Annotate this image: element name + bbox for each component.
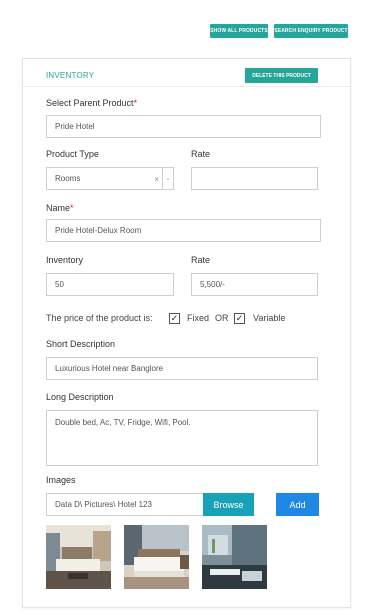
show-all-products-button[interactable]: SHOW ALL PRODUCTS: [210, 24, 268, 38]
image-file-path-input[interactable]: Data D\ Pictures\ Hotel 123: [46, 493, 204, 516]
rate-top-label: Rate: [191, 149, 211, 159]
inventory-input[interactable]: 50: [46, 273, 174, 296]
short-description-label: Short Description: [46, 339, 116, 349]
long-description-value: Double bed, Ac, TV, Fridge, Wifi, Pool.: [55, 418, 191, 427]
required-mark: *: [133, 98, 138, 108]
image-file-path-value: Data D\ Pictures\ Hotel 123: [55, 500, 152, 509]
parent-product-label: Select Parent Product*: [46, 98, 137, 108]
hotel-image-thumbnail[interactable]: [124, 525, 189, 589]
product-type-value: Rooms: [55, 174, 81, 183]
inventory-value: 50: [55, 280, 64, 289]
short-description-input[interactable]: Luxurious Hotel near Banglore: [46, 357, 318, 380]
name-value: Pride Hotel-Delux Room: [55, 226, 142, 235]
parent-product-label-text: Select Parent Product: [46, 98, 134, 108]
add-button[interactable]: Add: [276, 493, 319, 516]
variable-label: Variable: [253, 313, 286, 323]
fixed-checkbox[interactable]: ✓: [169, 313, 180, 324]
hotel-image-thumbnail[interactable]: [202, 525, 267, 589]
rate-value: 5,500/-: [200, 280, 225, 289]
browse-button[interactable]: Browse: [203, 493, 254, 516]
rate-label: Rate: [191, 255, 211, 265]
long-description-textarea[interactable]: Double bed, Ac, TV, Fridge, Wifi, Pool.: [46, 410, 318, 466]
check-icon: ✓: [170, 313, 179, 323]
inventory-label: Inventory: [46, 255, 84, 265]
name-label: Name*: [46, 203, 74, 213]
search-enquiry-product-button[interactable]: SEARCH ENQUIRY PRODUCT: [274, 24, 348, 38]
product-type-label: Product Type: [46, 149, 99, 159]
chevron-down-icon[interactable]: ⌄: [162, 168, 173, 189]
rate-top-input[interactable]: [191, 167, 318, 190]
short-description-value: Luxurious Hotel near Banglore: [55, 364, 164, 373]
card-divider: [23, 86, 350, 87]
hotel-image-thumbnail[interactable]: [46, 525, 111, 589]
parent-product-value: Pride Hotel: [55, 122, 95, 131]
required-mark: *: [70, 203, 74, 213]
delete-product-button[interactable]: DELETE THIS PRODUCT: [245, 68, 318, 83]
inventory-card: INVENTORY DELETE THIS PRODUCT Select Par…: [22, 58, 351, 608]
long-description-label: Long Description: [46, 392, 114, 402]
images-label: Images: [46, 475, 76, 485]
rate-input[interactable]: 5,500/-: [191, 273, 318, 296]
check-icon: ✓: [235, 313, 244, 323]
product-type-select[interactable]: Rooms × ⌄: [46, 167, 174, 190]
variable-checkbox[interactable]: ✓: [234, 313, 245, 324]
parent-product-input[interactable]: Pride Hotel: [46, 115, 321, 138]
fixed-label: Fixed: [187, 313, 210, 323]
price-type-prompt: The price of the product is:: [46, 313, 153, 323]
name-label-text: Name: [46, 203, 71, 213]
clear-icon[interactable]: ×: [154, 175, 159, 184]
or-text: OR: [215, 313, 229, 323]
card-title: INVENTORY: [46, 71, 95, 80]
name-input[interactable]: Pride Hotel-Delux Room: [46, 219, 321, 242]
